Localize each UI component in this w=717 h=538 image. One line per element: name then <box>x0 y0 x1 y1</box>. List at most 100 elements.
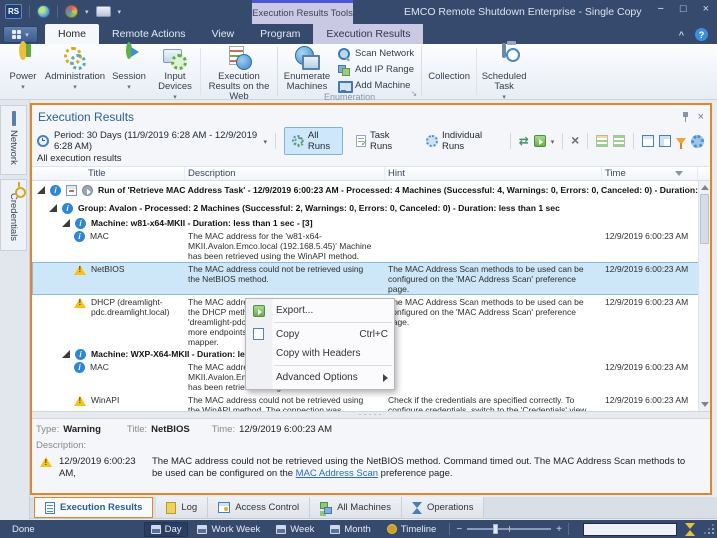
table-row-run[interactable]: Run of 'Retrieve MAC Address Task' - 12/… <box>32 181 710 199</box>
filter-icon[interactable] <box>676 137 687 149</box>
maximize-button[interactable] <box>680 3 687 15</box>
zoom-in-button[interactable]: + <box>556 524 562 535</box>
sidebar-tab-network[interactable]: Network <box>0 105 27 175</box>
period-selector[interactable]: Period: 30 Days (11/9/2019 6:28 AM - 12/… <box>54 130 259 152</box>
expander-icon[interactable] <box>37 186 45 194</box>
zoom-slider[interactable] <box>467 524 552 534</box>
scroll-up-icon[interactable] <box>701 185 709 190</box>
table-row-result[interactable]: WinAPI The MAC address could not be retr… <box>32 393 710 411</box>
result-hint <box>385 229 602 232</box>
timeline-view-button[interactable]: Timeline <box>380 522 444 537</box>
slider-thumb[interactable] <box>493 524 499 534</box>
close-button[interactable] <box>703 3 709 15</box>
table-row-machine[interactable]: Machine: w81-x64-MKII - Duration: less t… <box>32 217 710 229</box>
dialog-launcher-icon[interactable] <box>410 89 417 98</box>
dropdown-arrow-icon[interactable] <box>551 136 555 147</box>
sidebar-tab-credentials[interactable]: Credentials <box>0 178 27 251</box>
expander-icon[interactable] <box>62 219 70 227</box>
warning-icon <box>74 298 86 308</box>
tab-remote-actions[interactable]: Remote Actions <box>99 24 199 44</box>
tab-home[interactable]: Home <box>45 24 100 44</box>
menu-item-copy[interactable]: Copy Ctrl+C <box>246 325 394 344</box>
power-button[interactable]: Power <box>3 41 43 103</box>
dropdown-arrow-icon[interactable] <box>85 6 89 17</box>
qat-customize-icon[interactable] <box>118 6 122 17</box>
add-machine-button[interactable]: Add Machine <box>338 79 414 93</box>
title-label: Title: <box>126 424 148 435</box>
pin-icon[interactable] <box>681 112 690 122</box>
panel-close-icon[interactable] <box>698 112 704 122</box>
session-arrow-icon <box>126 42 132 59</box>
tab-execution-results[interactable]: Execution Results <box>313 24 424 44</box>
table-row-result[interactable]: MAC The MAC address for the 'w81-x64-MKI… <box>32 229 710 262</box>
column-header-title[interactable]: Title <box>32 167 185 180</box>
input-devices-button[interactable]: Input Devices <box>151 44 199 103</box>
table-header: Title Description Hint Time <box>32 166 710 181</box>
divider <box>562 133 564 149</box>
enumerate-machines-button[interactable]: Enumerate Machines <box>279 44 335 92</box>
calendar-icon <box>150 524 161 534</box>
scan-network-button[interactable]: Scan Network <box>338 47 414 60</box>
delete-icon[interactable] <box>571 135 579 148</box>
hourglass-icon <box>685 522 695 536</box>
day-view-button[interactable]: Day <box>143 521 189 537</box>
dropdown-arrow-icon[interactable] <box>264 136 268 147</box>
contextual-tools-header: Execution Results Tools <box>252 0 353 24</box>
collapse-all-icon[interactable] <box>613 135 626 147</box>
mac-address-scan-link[interactable]: MAC Address Scan <box>296 468 378 479</box>
button-label: Input Devices <box>158 71 192 92</box>
column-header-time[interactable]: Time <box>602 167 698 180</box>
compare-icon[interactable] <box>519 134 529 148</box>
collapse-ribbon-icon[interactable] <box>679 30 684 40</box>
administration-button[interactable]: Administration <box>43 44 107 103</box>
snapshot-icon[interactable] <box>95 6 111 17</box>
week-view-button[interactable]: Week <box>269 522 321 537</box>
task-runs-button[interactable]: Task Runs <box>348 127 413 155</box>
divider <box>275 133 276 149</box>
expand-all-icon[interactable] <box>596 135 609 147</box>
export-icon[interactable] <box>533 135 546 147</box>
table-row-group[interactable]: Group: Avalon - Processed: 2 Machines (S… <box>32 199 710 217</box>
menu-item-copy-with-headers[interactable]: Copy with Headers <box>246 344 394 363</box>
expander-icon[interactable] <box>62 350 70 358</box>
vertical-scrollbar[interactable] <box>698 181 710 411</box>
zoom-out-button[interactable]: − <box>456 524 462 535</box>
tab-view[interactable]: View <box>199 24 248 44</box>
tab-access-control[interactable]: Access Control <box>208 497 311 518</box>
tab-log[interactable]: Log <box>156 497 209 518</box>
tab-execution-results-bottom[interactable]: Execution Results <box>34 497 154 518</box>
menu-item-export[interactable]: Export... <box>246 301 394 320</box>
month-view-button[interactable]: Month <box>323 522 377 537</box>
tab-program[interactable]: Program <box>247 24 313 44</box>
splitter-handle[interactable] <box>32 411 710 419</box>
scheduled-task-button[interactable]: Scheduled Task <box>478 43 530 103</box>
resize-grip[interactable] <box>703 525 715 537</box>
menu-item-advanced-options[interactable]: Advanced Options <box>246 368 394 387</box>
app-menu-button[interactable] <box>3 26 38 43</box>
expander-icon[interactable] <box>49 204 57 212</box>
theme-icon[interactable] <box>65 5 78 18</box>
description-label: Description: <box>36 440 87 451</box>
scroll-down-icon[interactable] <box>701 402 709 407</box>
type-label: Type: <box>36 424 60 435</box>
column-header-description[interactable]: Description <box>185 167 385 180</box>
session-button[interactable]: Session <box>107 42 151 103</box>
network-icon <box>11 111 16 126</box>
help-icon[interactable] <box>695 28 708 41</box>
details-view-icon[interactable] <box>642 135 655 147</box>
minimize-button[interactable] <box>657 3 663 15</box>
collection-button[interactable]: Collection <box>423 44 475 103</box>
grid-view-icon[interactable] <box>659 135 672 147</box>
add-ip-range-button[interactable]: Add IP Range <box>338 63 414 76</box>
execution-results-web-button[interactable]: Execution Results on the Web <box>202 44 276 103</box>
work-week-view-button[interactable]: Work Week <box>190 522 267 537</box>
individual-runs-button[interactable]: Individual Runs <box>418 127 502 155</box>
table-row-result-selected[interactable]: NetBIOS The MAC address could not be ret… <box>32 262 710 295</box>
tab-operations[interactable]: Operations <box>401 497 485 518</box>
scrollbar-thumb[interactable] <box>700 194 709 244</box>
tab-all-machines[interactable]: All Machines <box>310 497 402 518</box>
settings-gear-icon[interactable] <box>691 134 705 148</box>
web-icon[interactable] <box>37 5 50 18</box>
column-header-hint[interactable]: Hint <box>385 167 602 180</box>
all-runs-button[interactable]: All Runs <box>283 127 343 155</box>
